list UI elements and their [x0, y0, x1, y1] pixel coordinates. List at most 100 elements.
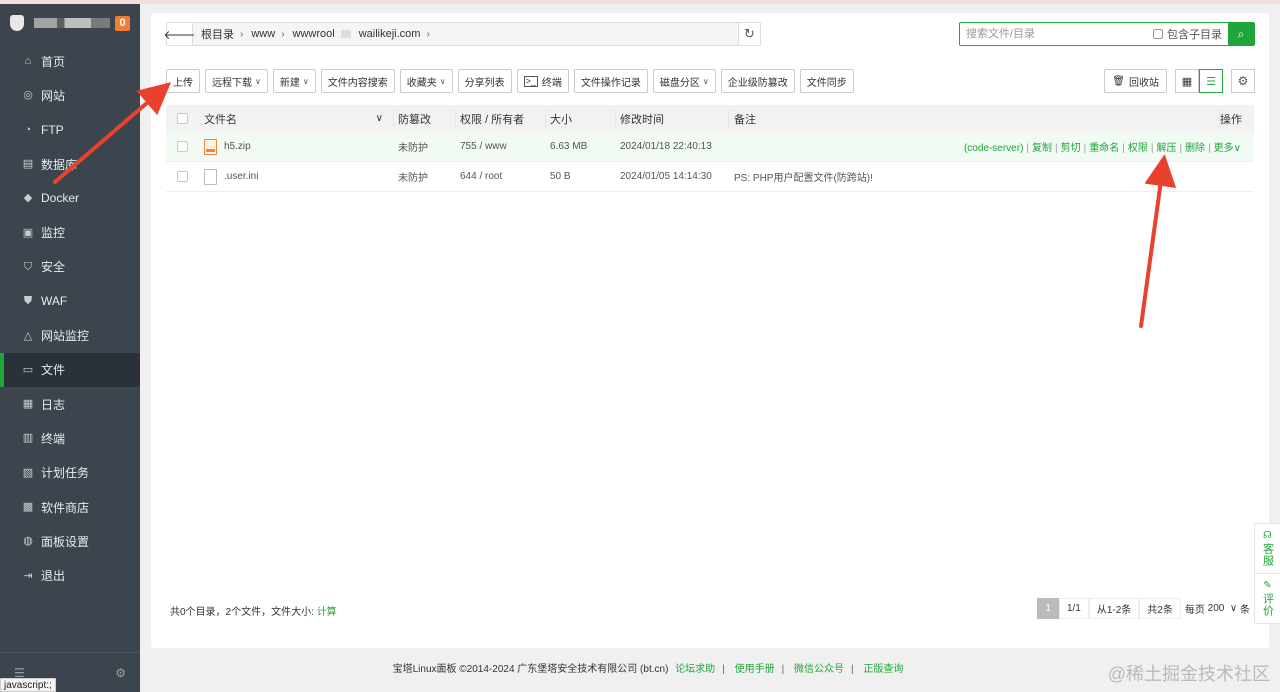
file-note[interactable]: PS: PHP用户配置文件(防跨站)!: [729, 169, 1242, 184]
sidebar-item-10[interactable]: ▦ 日志: [0, 387, 140, 421]
header-name[interactable]: 文件名 ∨: [198, 110, 394, 127]
copy-link[interactable]: 复制: [1032, 143, 1052, 154]
separator: |: [1055, 143, 1058, 154]
toolbar: 上传 远程下载 ∨ 新建 ∨ 文件内容搜索 收藏夹 ∨ 分享列表 >_ 终端 文件操作记…: [166, 69, 859, 93]
sidebar-item-label: 退出: [41, 569, 66, 584]
delete-link[interactable]: 删除: [1185, 143, 1205, 154]
table-row[interactable]: .user.ini 未防护 644 / root 50 B 2024/01/05…: [166, 162, 1254, 192]
header-size[interactable]: 大小: [546, 110, 616, 127]
calculate-size-link[interactable]: 计算: [317, 607, 337, 618]
headset-icon: ☊: [1263, 530, 1272, 541]
more-link[interactable]: 更多∨: [1214, 143, 1241, 154]
code-server-link[interactable]: (code-server): [964, 143, 1023, 154]
forum-link[interactable]: 论坛求助: [675, 664, 715, 675]
select-all-checkbox[interactable]: [176, 113, 188, 124]
separator: |: [1179, 143, 1183, 154]
share-list-button[interactable]: 分享列表: [457, 69, 512, 93]
gear-icon[interactable]: ⚙: [115, 666, 126, 680]
dir-summary: 共0个目录，2个文件，文件大小: 计算: [170, 603, 337, 618]
breadcrumb-root[interactable]: 根目录: [201, 26, 234, 42]
op-log-button[interactable]: 文件操作记录: [573, 69, 648, 93]
watermark: @稀土掘金技术社区: [1107, 664, 1270, 684]
shield-icon: ⛉: [23, 260, 33, 273]
recycle-bin-button[interactable]: 🗑 回收站: [1104, 69, 1167, 93]
sidebar-item-4[interactable]: ◆ Docker: [0, 181, 140, 215]
cut-link[interactable]: 剪切: [1061, 143, 1081, 154]
protect-status[interactable]: 未防护: [394, 139, 456, 154]
sidebar-item-7[interactable]: ⛊ WAF: [0, 284, 140, 318]
sidebar-item-label: 软件商店: [41, 500, 90, 515]
protect-status[interactable]: 未防护: [394, 169, 456, 184]
sidebar-item-6[interactable]: ⛉ 安全: [0, 250, 140, 284]
perm-owner[interactable]: 755 / www: [456, 141, 546, 152]
sidebar-item-label: Docker: [41, 191, 80, 206]
genuine-check-link[interactable]: 正版查询: [863, 664, 903, 675]
sidebar-item-13[interactable]: ▩ 软件商店: [0, 490, 140, 524]
sidebar-item-3[interactable]: ▤ 数据库: [0, 147, 140, 181]
settings-button[interactable]: ⚙: [1231, 69, 1255, 93]
list-view-button[interactable]: ☰: [1199, 69, 1223, 93]
zip-file-icon: [204, 138, 217, 155]
sync-button[interactable]: 文件同步: [799, 69, 854, 93]
content-search-button[interactable]: 文件内容搜索: [320, 69, 395, 93]
manual-link[interactable]: 使用手册: [735, 664, 775, 675]
breadcrumb-site[interactable]: wailikeji.com: [359, 28, 421, 40]
favorites-button[interactable]: 收藏夹 ∨: [399, 69, 453, 93]
breadcrumb-www[interactable]: www: [251, 28, 275, 40]
terminal-button[interactable]: >_ 终端: [516, 69, 569, 93]
perm-owner[interactable]: 644 / root: [456, 171, 546, 182]
sidebar-item-9[interactable]: ▭ 文件: [0, 352, 140, 388]
upload-button[interactable]: 上传: [166, 69, 200, 93]
sidebar-item-14[interactable]: ◍ 面板设置: [0, 524, 140, 558]
disk-button[interactable]: 磁盘分区 ∨: [652, 69, 716, 93]
customer-service-button[interactable]: ☊ 客服: [1255, 524, 1280, 573]
store-icon: ▩: [22, 501, 34, 513]
rename-link[interactable]: 重命名: [1089, 143, 1119, 154]
search-button[interactable]: ⌕: [1228, 23, 1254, 45]
breadcrumb-wwwroot[interactable]: wwwrool: [293, 28, 335, 40]
search-input[interactable]: [960, 23, 1153, 45]
logo-icon: [10, 15, 24, 31]
page-current[interactable]: 1: [1037, 598, 1059, 619]
wechat-link[interactable]: 微信公众号: [794, 664, 844, 675]
chart-icon: △: [23, 329, 33, 342]
notification-badge[interactable]: 0: [115, 15, 130, 31]
include-subdir-checkbox[interactable]: 包含子目录: [1153, 23, 1228, 45]
grid-view-button[interactable]: ▦: [1175, 69, 1199, 93]
table-row[interactable]: h5.zip 未防护 755 / www 6.63 MB 2024/01/18 …: [166, 132, 1254, 162]
sidebar-item-5[interactable]: ▣ 监控: [0, 215, 140, 249]
sidebar-item-1[interactable]: ◎ 网站: [0, 78, 140, 112]
separator: |: [1083, 143, 1087, 154]
sidebar-item-12[interactable]: ▧ 计划任务: [0, 456, 140, 490]
new-button[interactable]: 新建 ∨: [272, 69, 316, 93]
remote-download-button[interactable]: 远程下载 ∨: [205, 69, 268, 93]
refresh-button[interactable]: ↻: [738, 23, 760, 45]
per-page-value: 200: [1207, 603, 1225, 614]
sidebar-item-0[interactable]: ⌂ 首页: [0, 44, 140, 78]
terminal-icon: ▥: [22, 432, 34, 445]
row-checkbox[interactable]: [176, 141, 188, 152]
new-label: 新建: [279, 77, 300, 89]
top-strip: [0, 0, 1280, 4]
row-checkbox[interactable]: [176, 171, 188, 182]
per-page-select[interactable]: 每页 200 ∨ 条: [1181, 598, 1254, 619]
sidebar-item-2[interactable]: ◔ FTP: [0, 113, 140, 147]
header-protect: 防篡改: [394, 110, 456, 127]
file-name[interactable]: .user.ini: [224, 171, 258, 182]
back-button[interactable]: 🡐: [163, 23, 196, 45]
search-bar: 包含子目录 ⌕: [959, 22, 1255, 46]
file-name[interactable]: h5.zip: [224, 141, 251, 152]
sidebar-item-15[interactable]: ⇥ 退出: [0, 558, 140, 592]
header-mtime[interactable]: 修改时间: [616, 110, 729, 127]
unzip-link[interactable]: 解压: [1156, 143, 1176, 154]
file-manager-panel: 🡐 根目录 › www › wwwrool wailikeji.com › ↻ 包含子…: [151, 13, 1269, 648]
sidebar-item-8[interactable]: △ 网站监控: [0, 318, 140, 352]
separator: |: [850, 664, 854, 675]
tamper-button[interactable]: 企业级防篡改: [720, 69, 795, 93]
sidebar-item-11[interactable]: ▥ 终端: [0, 421, 140, 455]
search-icon: ⌕: [1237, 26, 1245, 41]
review-button[interactable]: ✎ 评价: [1255, 573, 1280, 623]
refresh-icon: ↻: [744, 26, 755, 41]
permission-link[interactable]: 权限: [1128, 143, 1148, 154]
sidebar-header: 0: [0, 4, 140, 42]
